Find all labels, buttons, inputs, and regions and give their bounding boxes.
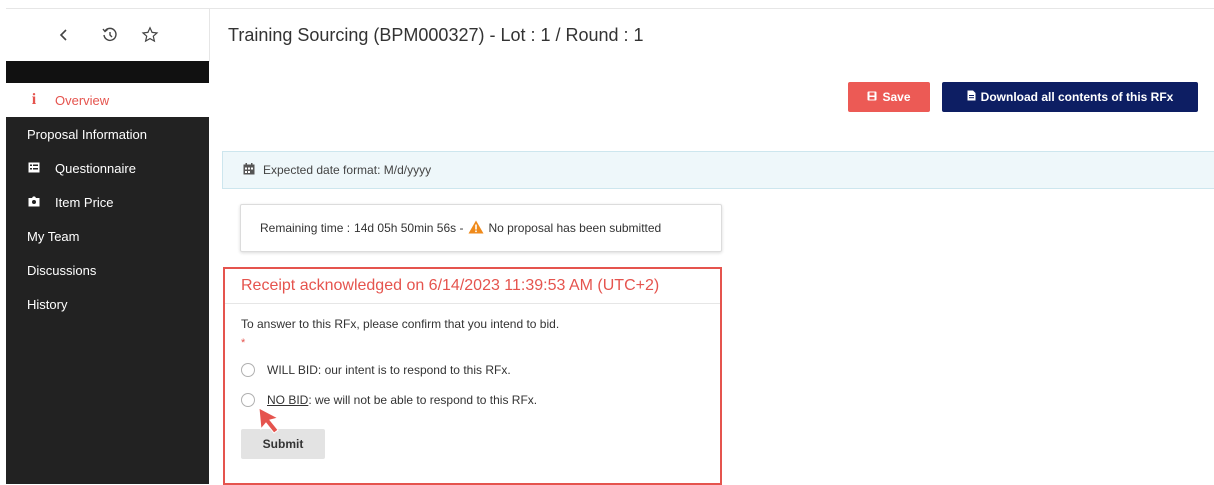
sidebar-item-label: Item Price — [55, 194, 114, 210]
pricetag-icon — [27, 195, 41, 210]
sidebar-item-my-team[interactable]: My Team — [6, 219, 209, 253]
history-icon[interactable] — [98, 23, 122, 47]
sidebar-item-label: History — [27, 296, 68, 312]
date-format-banner: Expected date format: M/d/yyyy — [222, 151, 1214, 189]
required-mark: * — [241, 337, 246, 349]
sidebar-item-item-price[interactable]: Item Price — [6, 185, 209, 219]
warning-icon — [468, 220, 484, 237]
page-title: Training Sourcing (BPM000327) - Lot : 1 … — [228, 25, 644, 45]
top-bar: Training Sourcing (BPM000327) - Lot : 1 … — [6, 8, 1214, 62]
bid-instruction: To answer to this RFx, please confirm th… — [241, 317, 560, 331]
save-button[interactable]: Save — [848, 82, 930, 112]
no-bid-key: NO BID — [267, 393, 309, 407]
remaining-time-label: Remaining time : — [260, 221, 351, 235]
receipt-body: To answer to this RFx, please confirm th… — [225, 317, 720, 459]
no-bid-label: : we will not be able to respond to this… — [308, 393, 538, 407]
document-icon — [967, 90, 976, 104]
sidebar: i Overview Proposal Information Question… — [6, 61, 209, 484]
no-bid-option[interactable]: NO BID: we will not be able to respond t… — [241, 393, 720, 407]
sidebar-item-proposal-information[interactable]: Proposal Information — [6, 117, 209, 151]
back-icon[interactable] — [52, 23, 76, 47]
sidebar-item-label: Questionnaire — [55, 160, 136, 176]
save-icon — [867, 90, 877, 104]
sidebar-item-label: Discussions — [27, 262, 97, 278]
sidebar-item-label: My Team — [27, 228, 80, 244]
sidebar-item-history[interactable]: History — [6, 287, 209, 321]
remaining-time-value: 14d 05h 50min 56s - — [354, 221, 464, 235]
remaining-warning-text: No proposal has been submitted — [488, 221, 662, 235]
sidebar-item-label: Overview — [55, 92, 110, 108]
will-bid-label: WILL BID: our intent is to respond to th… — [267, 363, 511, 377]
main-content: Save Download all contents of this RFx E… — [210, 61, 1214, 485]
sidebar-item-discussions[interactable]: Discussions — [6, 253, 209, 287]
download-all-button[interactable]: Download all contents of this RFx — [942, 82, 1198, 112]
save-label: Save — [882, 90, 911, 104]
submit-button[interactable]: Submit — [241, 429, 325, 459]
nav-icons — [6, 9, 210, 61]
sidebar-item-questionnaire[interactable]: Questionnaire — [6, 151, 209, 185]
download-label: Download all contents of this RFx — [980, 90, 1174, 104]
calendar-icon — [243, 162, 255, 178]
receipt-panel: Receipt acknowledged on 6/14/2023 11:39:… — [223, 267, 722, 485]
pointer-cursor-icon — [258, 407, 280, 434]
sidebar-item-overview[interactable]: i Overview — [6, 83, 209, 117]
list-icon — [27, 161, 41, 176]
info-icon: i — [31, 91, 37, 108]
receipt-title: Receipt acknowledged on 6/14/2023 11:39:… — [225, 269, 720, 304]
app-window: Training Sourcing (BPM000327) - Lot : 1 … — [6, 8, 1214, 485]
sidebar-top-gap — [6, 61, 209, 83]
no-bid-radio[interactable] — [241, 393, 255, 407]
date-format-text: Expected date format: M/d/yyyy — [263, 163, 432, 177]
will-bid-radio[interactable] — [241, 363, 255, 377]
star-icon[interactable] — [138, 23, 162, 47]
will-bid-option[interactable]: WILL BID: our intent is to respond to th… — [241, 363, 720, 377]
sidebar-item-label: Proposal Information — [27, 126, 147, 142]
remaining-time-box: Remaining time : 14d 05h 50min 56s - No … — [240, 204, 722, 252]
